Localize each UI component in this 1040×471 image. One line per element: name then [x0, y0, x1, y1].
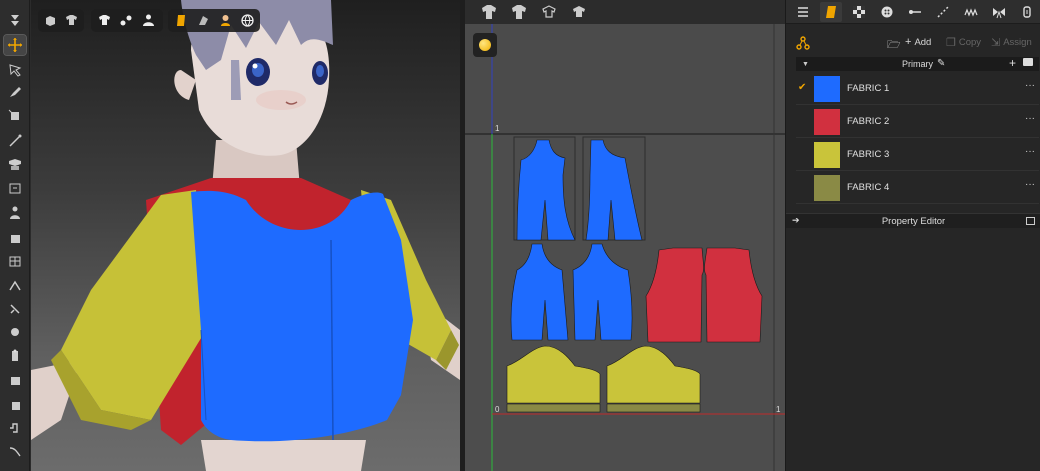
import-fabric-button[interactable]: 🗁 [887, 36, 901, 55]
texture-icon[interactable] [172, 12, 190, 30]
right-panel: 🗁 + Add ❐ Copy ⇲ Assign ▼ Primary ✎ + ✔ FAB… [785, 0, 1040, 471]
measure-icon[interactable] [4, 299, 26, 319]
line-icon[interactable] [4, 131, 26, 151]
select-mesh-icon[interactable] [4, 60, 26, 80]
fabric-item[interactable]: ✔ FABRIC 1 ··· [796, 72, 1039, 105]
assign-icon: ⇲ [991, 37, 1001, 49]
bow-icon[interactable] [988, 2, 1010, 22]
pattern-pieces[interactable] [465, 0, 785, 471]
fabric-name: FABRIC 4 [847, 182, 890, 193]
app-window: 1 0 1 🗁 + Add ❐ Copy ⇲ Assign ▼ Primary ✎ [0, 0, 1040, 471]
pin-icon[interactable] [4, 178, 26, 198]
points-icon[interactable] [117, 12, 135, 30]
group-header[interactable]: ▼ Primary ✎ + [796, 56, 1039, 71]
fabric-swatch[interactable] [814, 142, 840, 168]
curve-tool-icon[interactable] [4, 442, 26, 462]
fabric-name: FABRIC 3 [847, 149, 890, 160]
person-icon[interactable] [139, 12, 157, 30]
fabric-actions-bar: 🗁 + Add ❐ Copy ⇲ Assign [786, 33, 1040, 53]
right-panel-tabs [786, 0, 1040, 24]
check-icon: ✔ [798, 82, 807, 93]
button-icon[interactable] [876, 2, 898, 22]
rename-pencil-icon[interactable]: ✎ [937, 58, 945, 69]
avatar-box-icon[interactable] [42, 12, 59, 30]
property-editor-title: Property Editor [881, 216, 946, 227]
add-fabric-button[interactable]: + Add [905, 36, 931, 48]
add-group-icon[interactable]: + [1009, 56, 1016, 70]
skin-icon[interactable] [216, 12, 234, 30]
zigzag-icon[interactable] [960, 2, 982, 22]
fabric-item[interactable]: FABRIC 2 ··· [796, 105, 1039, 138]
more-options-icon[interactable]: ··· [1025, 146, 1035, 157]
group-title: Primary [902, 59, 933, 69]
more-options-icon[interactable]: ··· [1025, 179, 1035, 190]
3d-viewport[interactable] [31, 0, 460, 471]
axis-label-origin: 0 [495, 405, 500, 414]
2d-pattern-window[interactable]: 1 0 1 [465, 0, 785, 471]
avatar-icon[interactable] [4, 203, 26, 223]
popout-icon[interactable] [1026, 217, 1035, 225]
lock-icon[interactable] [4, 370, 26, 390]
fabric-swatch[interactable] [814, 109, 840, 135]
brush-icon[interactable] [4, 82, 26, 102]
garment-icon[interactable] [95, 12, 113, 30]
sun-icon [479, 39, 491, 51]
fit-icon[interactable] [4, 346, 26, 366]
list-icon[interactable] [792, 2, 814, 22]
fabric-list: ✔ FABRIC 1 ··· FABRIC 2 ··· FABRIC 3 ···… [796, 72, 1039, 204]
edit-pattern-icon[interactable] [4, 106, 26, 126]
globe-icon[interactable] [238, 12, 256, 30]
fabric-name: FABRIC 2 [847, 116, 890, 127]
assign-label: Assign [1003, 37, 1032, 48]
fabric-icon[interactable] [820, 1, 842, 22]
folder-download-icon: 🗁 [887, 39, 901, 51]
copy-fabric-button[interactable]: ❐ Copy [946, 36, 981, 49]
sun-light-button[interactable] [473, 33, 497, 57]
axis-label-right: 1 [776, 405, 781, 414]
axis-label-top: 1 [495, 124, 500, 133]
plus-icon: + [905, 36, 912, 48]
grid-icon[interactable] [4, 251, 26, 271]
copy-icon: ❐ [946, 37, 956, 49]
assign-fabric-button[interactable]: ⇲ Assign [991, 36, 1032, 49]
zip-icon[interactable] [1016, 2, 1038, 22]
avatar-shirt-icon[interactable] [63, 12, 80, 30]
viewport-toolbar-render [168, 9, 260, 32]
topstitch-icon[interactable] [932, 2, 954, 22]
viewport-toolbar-avatar [38, 9, 84, 32]
left-toolbar [0, 0, 30, 471]
move-down-icon[interactable] [4, 10, 26, 30]
avatar-3d-render[interactable] [31, 0, 460, 471]
fabric-swatch[interactable] [814, 76, 840, 102]
more-options-icon[interactable]: ··· [1025, 113, 1035, 124]
folder-icon[interactable] [1023, 58, 1033, 66]
tree-view-icon[interactable] [796, 36, 810, 50]
fabric-item[interactable]: FABRIC 4 ··· [796, 171, 1039, 204]
more-options-icon[interactable]: ··· [1025, 80, 1035, 91]
add-label: Add [914, 36, 932, 48]
hanger-icon[interactable] [4, 395, 26, 415]
tack-icon[interactable] [4, 228, 26, 248]
shade-icon[interactable] [194, 12, 212, 30]
fold-icon[interactable] [4, 155, 26, 175]
curve-icon[interactable] [4, 418, 26, 438]
tape-icon[interactable] [4, 276, 26, 296]
fabric-swatch[interactable] [814, 175, 840, 201]
fabric-name: FABRIC 1 [847, 83, 890, 94]
transform-icon[interactable] [3, 34, 27, 56]
checker-icon[interactable] [848, 2, 870, 22]
viewport-toolbar-garment [91, 9, 163, 32]
property-editor-header[interactable]: ➔ Property Editor [786, 213, 1040, 228]
arrange-icon[interactable] [4, 322, 26, 342]
pin-line-icon[interactable] [904, 2, 926, 22]
fabric-item[interactable]: FABRIC 3 ··· [796, 138, 1039, 171]
copy-label: Copy [958, 37, 982, 48]
